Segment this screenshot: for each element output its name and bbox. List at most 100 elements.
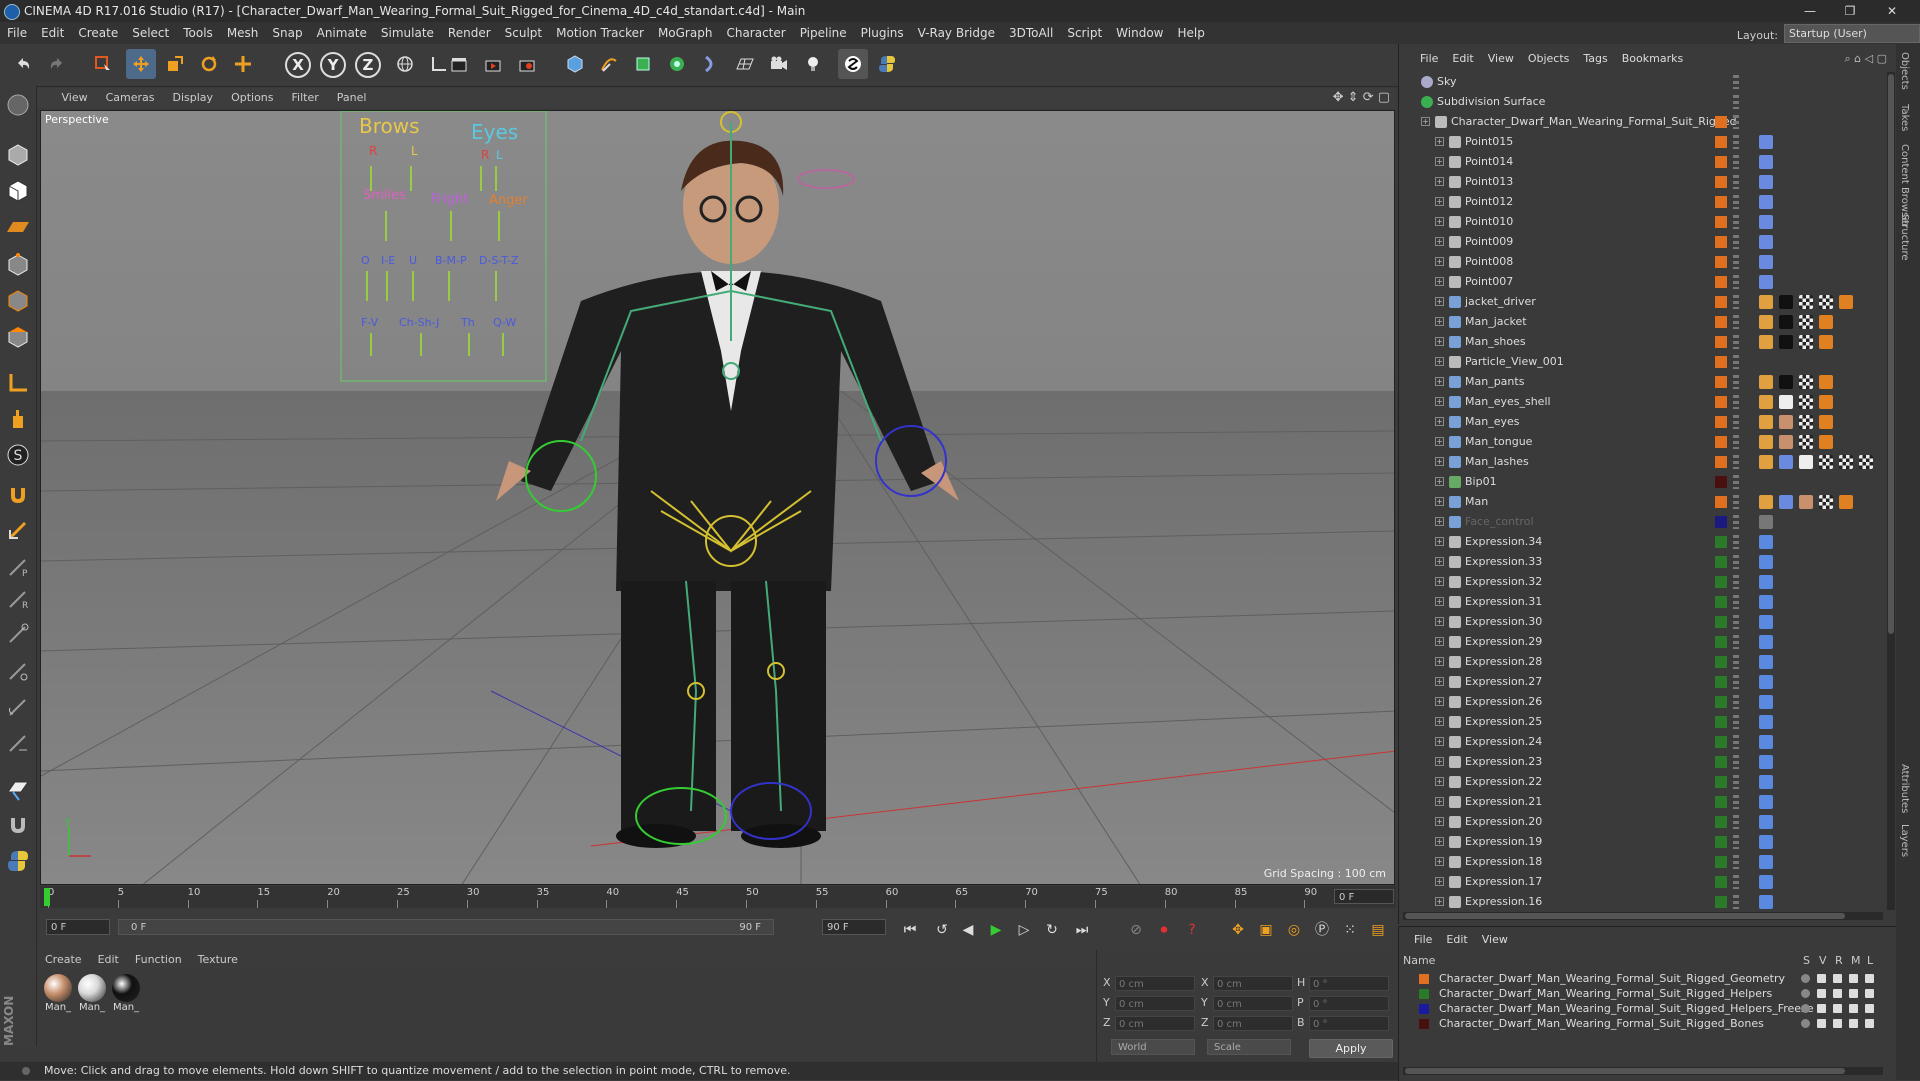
camera-button[interactable] <box>764 49 794 79</box>
dot-tag-icon[interactable] <box>1819 415 1833 429</box>
material-menu-texture[interactable]: Texture <box>190 950 246 970</box>
exp-tag-icon[interactable] <box>1759 715 1773 729</box>
skin-tag-icon[interactable] <box>1799 495 1813 509</box>
skin-tag-icon[interactable] <box>1779 415 1793 429</box>
object-row[interactable]: + Man_eyes_shell <box>1399 392 1885 412</box>
dot-tag-icon[interactable] <box>1819 375 1833 389</box>
check-tag-icon[interactable] <box>1799 395 1813 409</box>
viewport-menu-filter[interactable]: Filter <box>283 88 328 108</box>
mat-tag-icon[interactable] <box>1759 395 1773 409</box>
autokey-button[interactable]: ? <box>1180 918 1204 942</box>
exp-tag-icon[interactable] <box>1759 895 1773 909</box>
layer-color-swatch[interactable] <box>1419 989 1429 999</box>
play-button[interactable]: ▶ <box>984 918 1008 942</box>
expand-icon[interactable]: + <box>1435 537 1444 546</box>
layer-color-icon[interactable] <box>1715 796 1727 808</box>
render-picture-viewer-button[interactable] <box>478 49 508 79</box>
visibility-dots-icon[interactable] <box>1733 515 1739 529</box>
object-row[interactable]: + Expression.28 <box>1399 652 1885 672</box>
dot-tag-icon[interactable] <box>1819 395 1833 409</box>
subdivision-surface-button[interactable] <box>628 49 658 79</box>
expand-icon[interactable]: + <box>1435 797 1444 806</box>
motion-record-button[interactable]: ⊘ <box>1124 918 1148 942</box>
expand-icon[interactable]: + <box>1435 837 1444 846</box>
layer-color-icon[interactable] <box>1715 856 1727 868</box>
layout-dropdown[interactable]: Startup (User) <box>1784 24 1920 43</box>
expand-icon[interactable]: + <box>1435 617 1444 626</box>
object-row[interactable]: + Particle_View_001 <box>1399 352 1885 372</box>
object-row[interactable]: + Expression.18 <box>1399 852 1885 872</box>
menu-select[interactable]: Select <box>125 22 176 44</box>
layer-color-swatch[interactable] <box>1419 974 1429 984</box>
key-pla-button[interactable]: ⁙ <box>1338 918 1362 942</box>
visibility-dots-icon[interactable] <box>1733 475 1739 489</box>
object-row[interactable]: + Expression.25 <box>1399 712 1885 732</box>
visibility-dots-icon[interactable] <box>1733 315 1739 329</box>
exp-tag-icon[interactable] <box>1759 775 1773 789</box>
check-tag-icon[interactable] <box>1799 315 1813 329</box>
expand-icon[interactable]: + <box>1435 337 1444 346</box>
light-button[interactable] <box>798 49 828 79</box>
visibility-dots-icon[interactable] <box>1733 195 1739 209</box>
viewport-menu-panel[interactable]: Panel <box>328 88 376 108</box>
object-row[interactable]: + Expression.19 <box>1399 832 1885 852</box>
expand-icon[interactable]: + <box>1435 237 1444 246</box>
layer-toggle-icon[interactable] <box>1833 1019 1842 1028</box>
layer-color-swatch[interactable] <box>1419 1019 1429 1029</box>
axis-mode-button[interactable] <box>5 370 31 396</box>
visibility-dots-icon[interactable] <box>1733 595 1739 609</box>
dot-tag-icon[interactable] <box>1819 335 1833 349</box>
layer-row[interactable]: Character_Dwarf_Man_Wearing_Formal_Suit_… <box>1399 1001 1885 1016</box>
dot-tag-icon[interactable] <box>1839 295 1853 309</box>
menu-pipeline[interactable]: Pipeline <box>793 22 854 44</box>
layer-color-icon[interactable] <box>1715 656 1727 668</box>
layer-toggle-icon[interactable] <box>1849 989 1858 998</box>
layer-toggle-icon[interactable] <box>1849 974 1858 983</box>
pin-tag-icon[interactable] <box>1759 255 1773 269</box>
deformer-button[interactable] <box>696 49 726 79</box>
exp-tag-icon[interactable] <box>1759 855 1773 869</box>
object-row[interactable]: + Point007 <box>1399 272 1885 292</box>
expand-icon[interactable]: + <box>1435 137 1444 146</box>
object-row[interactable]: + Expression.32 <box>1399 572 1885 592</box>
menu-plugins[interactable]: Plugins <box>854 22 911 44</box>
pin-tag-icon[interactable] <box>1759 155 1773 169</box>
layer-row[interactable]: Character_Dwarf_Man_Wearing_Formal_Suit_… <box>1399 1016 1885 1031</box>
undo-button[interactable] <box>8 49 38 79</box>
expand-icon[interactable]: + <box>1435 857 1444 866</box>
visibility-dots-icon[interactable] <box>1733 875 1739 889</box>
object-menu-edit[interactable]: Edit <box>1445 50 1480 68</box>
expand-icon[interactable]: + <box>1435 577 1444 586</box>
coord-pos-field[interactable]: 0 cm <box>1115 1016 1195 1031</box>
tweak-mode-button[interactable] <box>5 406 31 432</box>
side-tab-structure[interactable]: Structure <box>1899 214 1910 261</box>
layer-color-icon[interactable] <box>1715 896 1727 908</box>
move-tool-button[interactable] <box>126 49 156 79</box>
expand-icon[interactable]: + <box>1435 777 1444 786</box>
check-tag-icon[interactable] <box>1839 455 1853 469</box>
coord-size-field[interactable]: 0 cm <box>1213 976 1293 991</box>
pin-tag-icon[interactable] <box>1759 175 1773 189</box>
object-menu-view[interactable]: View <box>1481 50 1521 68</box>
expand-icon[interactable]: + <box>1435 257 1444 266</box>
layer-toggle-icon[interactable] <box>1801 974 1810 983</box>
mat-tag-icon[interactable] <box>1759 375 1773 389</box>
layer-toggle-icon[interactable] <box>1801 1004 1810 1013</box>
timeline-window-button[interactable]: ▤ <box>1366 918 1390 942</box>
layer-toggle-icon[interactable] <box>1817 1019 1826 1028</box>
polygons-mode-button[interactable] <box>5 324 31 350</box>
check-tag-icon[interactable] <box>1799 335 1813 349</box>
menu-tools[interactable]: Tools <box>176 22 220 44</box>
previous-key-button[interactable]: ↺ <box>930 918 954 942</box>
menu-mesh[interactable]: Mesh <box>220 22 266 44</box>
expand-icon[interactable]: + <box>1435 697 1444 706</box>
layer-menu-edit[interactable]: Edit <box>1439 931 1474 949</box>
layer-color-icon[interactable] <box>1715 636 1727 648</box>
object-row[interactable]: Sky <box>1399 72 1885 92</box>
layer-color-icon[interactable] <box>1715 276 1727 288</box>
menu-help[interactable]: Help <box>1170 22 1211 44</box>
layer-color-icon[interactable] <box>1715 576 1727 588</box>
exp-tag-icon[interactable] <box>1759 815 1773 829</box>
visibility-dots-icon[interactable] <box>1733 135 1739 149</box>
expand-icon[interactable]: + <box>1435 217 1444 226</box>
